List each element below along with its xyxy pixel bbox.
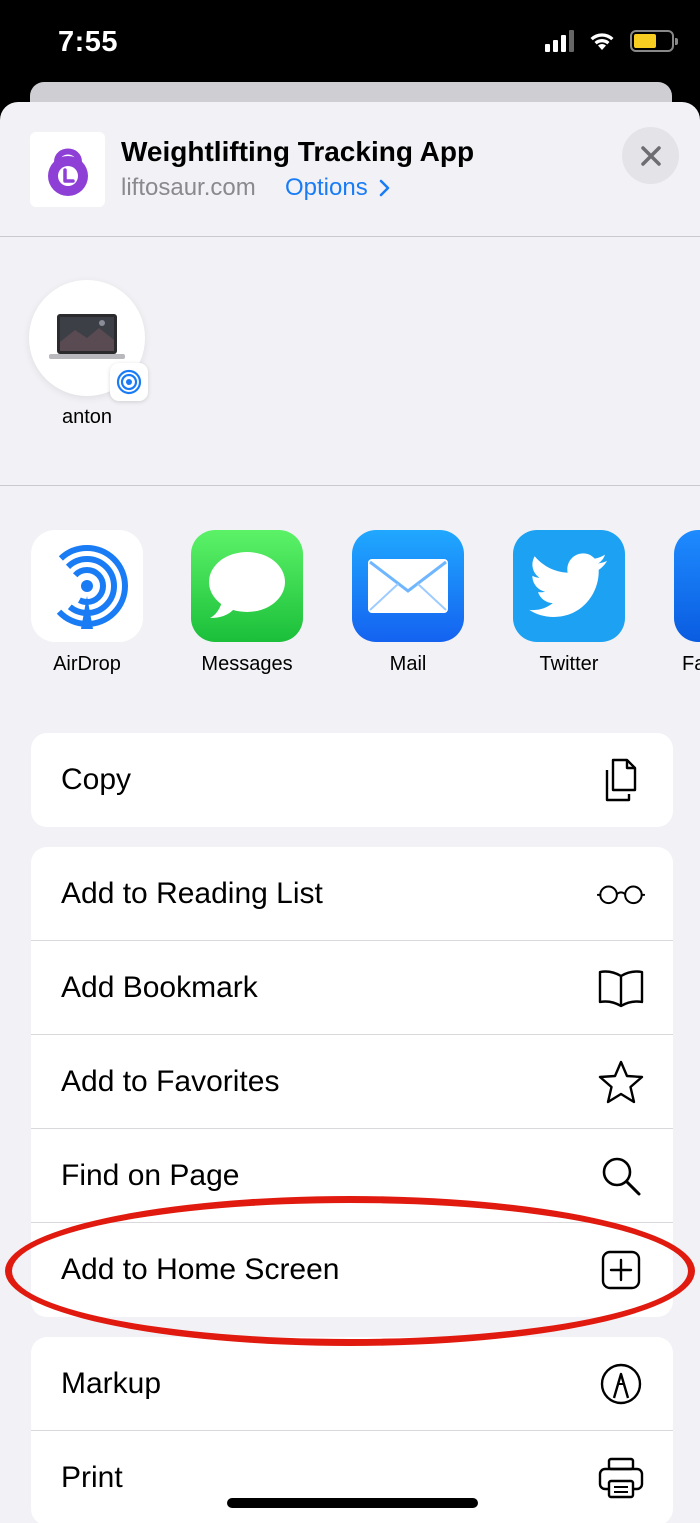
search-icon (597, 1152, 645, 1200)
airdrop-icon (31, 530, 143, 642)
action-label: Find on Page (61, 1158, 240, 1192)
status-bar: 7:55 (0, 0, 700, 90)
action-group-tools: Markup Print (31, 1337, 673, 1523)
action-add-to-home-screen[interactable]: Add to Home Screen (31, 1223, 673, 1317)
home-indicator (227, 1498, 478, 1508)
action-label: Add Bookmark (61, 970, 258, 1004)
twitter-icon (513, 530, 625, 642)
share-app-label: Fa (682, 653, 700, 675)
action-label: Print (61, 1461, 123, 1494)
wifi-icon (590, 33, 614, 50)
messages-icon (191, 530, 303, 642)
share-apps-row: AirDrop Messages Mail Twitter Fa (0, 530, 700, 690)
action-group-copy: Copy (31, 733, 673, 827)
action-add-to-reading-list[interactable]: Add to Reading List (31, 847, 673, 941)
app-icon (674, 530, 700, 642)
share-app-twitter[interactable]: Twitter (513, 530, 625, 676)
share-app-partial[interactable]: Fa (674, 530, 700, 676)
book-icon (597, 964, 645, 1012)
status-icons (545, 30, 678, 52)
cellular-signal-icon (545, 30, 574, 52)
share-app-label: Mail (389, 653, 427, 675)
share-sheet: Weightlifting Tracking App liftosaur.com… (0, 102, 700, 1523)
airdrop-targets-row: anton (0, 238, 700, 486)
battery-icon (630, 30, 678, 52)
options-button[interactable]: Options (285, 174, 390, 202)
kettlebell-icon (30, 132, 105, 207)
chevron-right-icon (379, 179, 389, 197)
action-label: Add to Home Screen (61, 1253, 340, 1286)
airdrop-badge-icon (110, 363, 148, 401)
action-add-to-favorites[interactable]: Add to Favorites (31, 1035, 673, 1129)
action-label: Copy (61, 763, 132, 796)
printer-icon (597, 1454, 645, 1502)
action-find-on-page[interactable]: Find on Page (31, 1129, 673, 1223)
page-title: Weightlifting Tracking App (121, 136, 475, 167)
share-app-airdrop[interactable]: AirDrop (31, 530, 143, 676)
share-app-label: Messages (201, 653, 293, 675)
action-copy[interactable]: Copy (31, 733, 673, 827)
action-label: Add to Favorites (61, 1064, 280, 1098)
page-url: liftosaur.com (121, 174, 256, 201)
star-icon (597, 1058, 645, 1106)
share-header: Weightlifting Tracking App liftosaur.com… (0, 102, 700, 237)
laptop-icon (49, 314, 125, 359)
glasses-icon (597, 870, 645, 918)
copy-icon (597, 756, 645, 804)
action-label: Add to Reading List (61, 876, 323, 910)
action-print[interactable]: Print (31, 1431, 673, 1523)
action-markup[interactable]: Markup (31, 1337, 673, 1431)
share-app-messages[interactable]: Messages (191, 530, 303, 676)
share-app-label: Twitter (539, 653, 599, 675)
status-time: 7:55 (58, 26, 119, 58)
mail-icon (352, 530, 464, 642)
options-label: Options (285, 174, 368, 201)
plus-square-icon (597, 1246, 645, 1294)
close-button[interactable] (622, 127, 679, 184)
close-icon (640, 145, 661, 166)
airdrop-device-name: anton (61, 406, 113, 428)
action-add-bookmark[interactable]: Add Bookmark (31, 941, 673, 1035)
action-label: Markup (61, 1366, 162, 1400)
share-app-label: AirDrop (53, 653, 121, 675)
markup-icon (597, 1360, 645, 1408)
action-group-browser: Add to Reading List Add Bookmark Add to … (31, 847, 673, 1317)
share-app-mail[interactable]: Mail (352, 530, 464, 676)
